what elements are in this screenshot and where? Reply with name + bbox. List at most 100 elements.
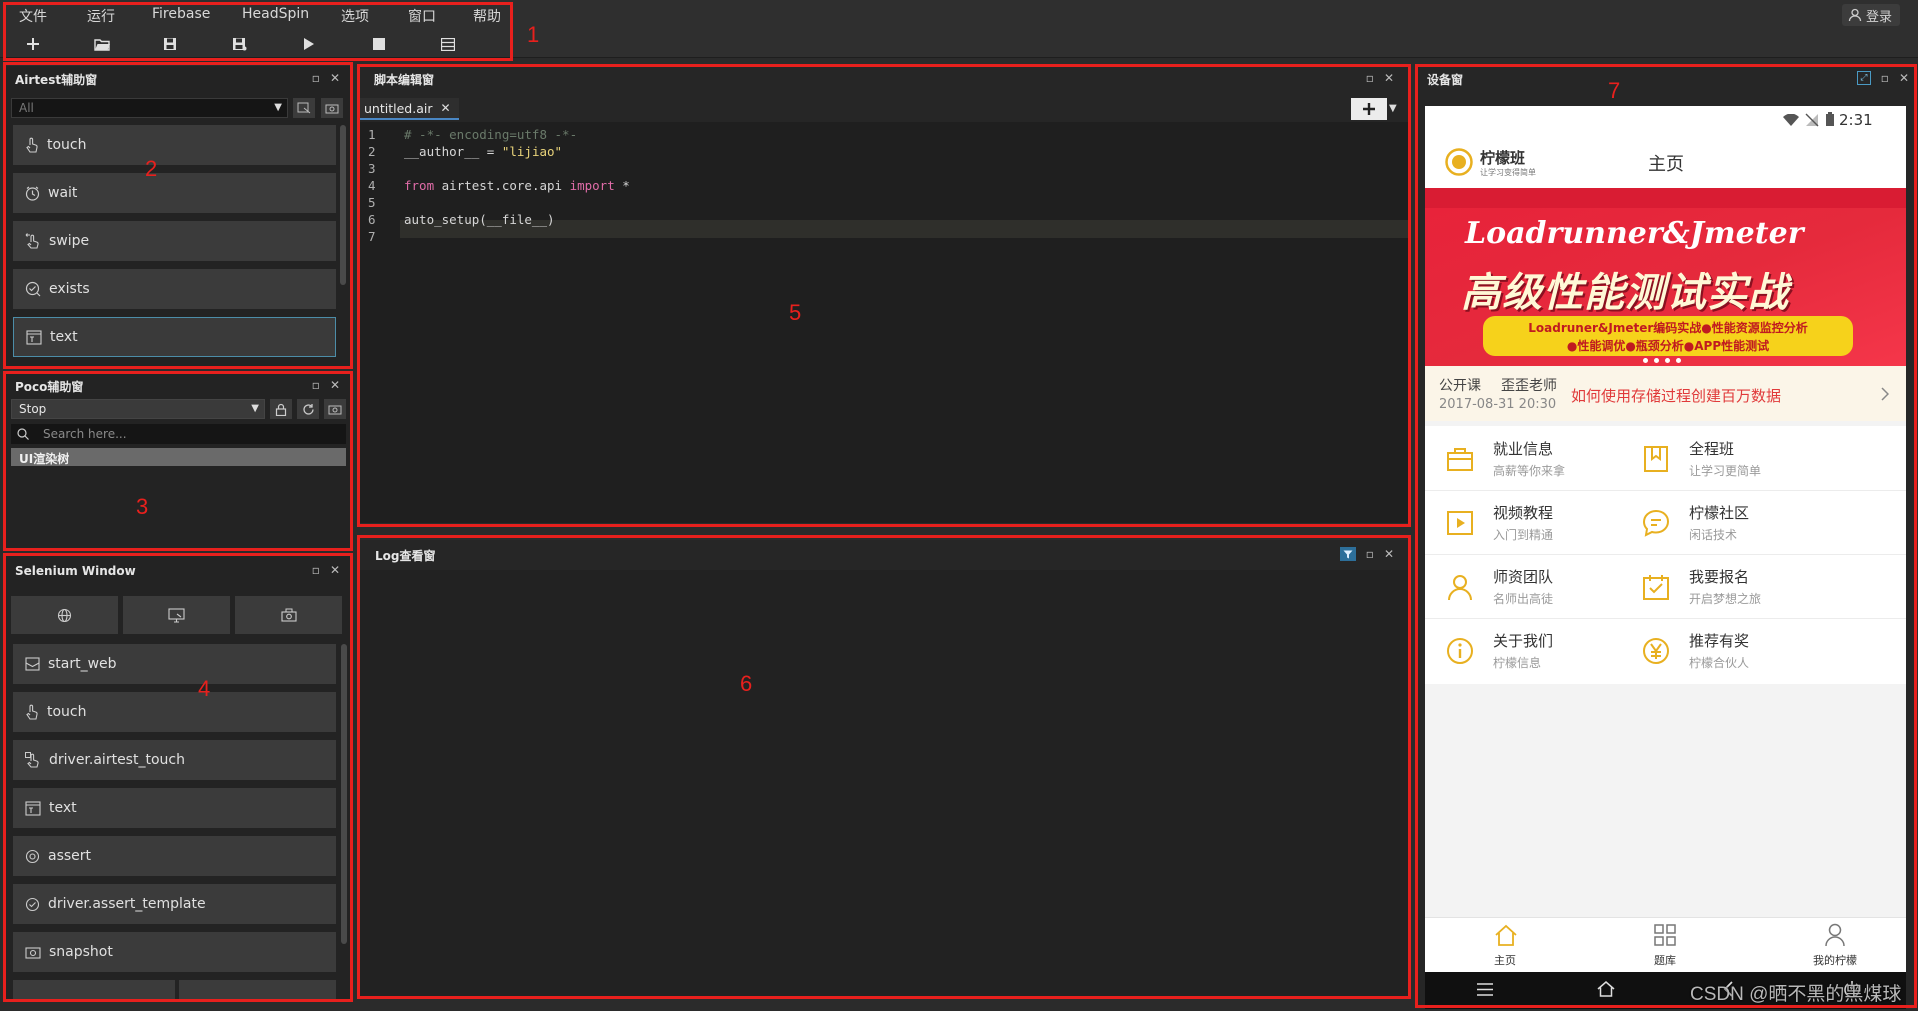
menu-firebase[interactable]: Firebase	[152, 6, 210, 22]
selenium-cmd-snapshot[interactable]: snapshot	[13, 932, 336, 972]
airtest-cmd-label: exists	[49, 281, 90, 297]
signup-icon	[1643, 575, 1669, 600]
line-number: 3	[368, 161, 376, 176]
menu-headspin[interactable]: HeadSpin	[242, 6, 309, 22]
airtest-cmd-exists[interactable]: exists	[13, 269, 336, 309]
nav-questions[interactable]: 题库	[1625, 918, 1705, 973]
selenium-screenshot-button[interactable]	[235, 596, 342, 634]
nav-my-lemon[interactable]: 我的柠檬	[1785, 918, 1885, 973]
float-icon[interactable]: ▫	[1366, 71, 1374, 85]
menu-file[interactable]: 文件	[19, 6, 47, 26]
float-icon[interactable]: ▫	[1366, 547, 1374, 561]
chevron-down-icon: ▼	[274, 102, 282, 113]
poco-tree-item[interactable]: UI渲染树	[11, 448, 346, 466]
phone-screen[interactable]: 2:31 柠檬班 让学习变得简单 主页 Loadrunner&Jmeter 高级…	[1425, 106, 1906, 1009]
selenium-panel-title: Selenium Window	[15, 564, 136, 578]
code-token: auto_setup(__file__)	[404, 212, 555, 227]
logo-name: 柠檬班	[1480, 149, 1526, 167]
close-icon[interactable]: ✕	[330, 378, 340, 392]
run-button[interactable]	[294, 33, 324, 55]
login-button[interactable]: 登录	[1841, 4, 1900, 26]
stop-button[interactable]	[364, 33, 394, 55]
course-teacher: 歪歪老师	[1501, 378, 1557, 394]
open-course-strip[interactable]: 公开课 歪歪老师 2017-08-31 20:30 如何使用存储过程创建百万数据	[1425, 366, 1906, 421]
menu-icon[interactable]	[1477, 983, 1493, 996]
expand-icon[interactable]: ⤢	[1856, 71, 1871, 85]
monitor-icon	[168, 607, 185, 623]
airtest-cmd-label: text	[50, 329, 78, 345]
annotation-label-3: 3	[136, 494, 149, 519]
selenium-cmd-assert-template[interactable]: driver.assert_template	[13, 884, 336, 924]
menu-window[interactable]: 窗口	[408, 6, 436, 26]
open-button[interactable]	[87, 33, 117, 55]
feature-grid-item[interactable]: 全程班 让学习更简单	[1621, 426, 1861, 490]
selenium-cmd-partial[interactable]	[13, 980, 175, 1000]
annotation-label-5: 5	[789, 300, 802, 325]
selenium-cmd-text[interactable]: text	[13, 788, 336, 828]
editor-tab-label: untitled.air	[364, 100, 433, 116]
float-icon[interactable]: ▫	[1881, 71, 1889, 85]
home-icon[interactable]	[1597, 981, 1615, 997]
selenium-web-button[interactable]	[11, 596, 118, 634]
airtest-cmd-swipe[interactable]: swipe	[13, 221, 336, 261]
selenium-cmd-label: assert	[48, 848, 92, 864]
camera-icon	[328, 405, 342, 415]
battery-icon	[1826, 112, 1834, 126]
lock-button[interactable]	[270, 399, 292, 419]
close-icon[interactable]: ✕	[330, 563, 340, 577]
poco-mode-select[interactable]: Stop ▼	[11, 399, 265, 419]
save-button[interactable]	[155, 33, 185, 55]
airtest-filter-select[interactable]: All ▼	[11, 98, 288, 118]
nav-questions-label: 题库	[1654, 954, 1676, 967]
code-area[interactable]: 1 # -*- encoding=utf8 -*- 2 __author__ = "l…	[360, 122, 1408, 523]
selenium-cmd-assert[interactable]: assert	[13, 836, 336, 876]
airtest-cmd-touch[interactable]: touch	[13, 125, 336, 165]
editor-tab[interactable]: untitled.air ✕	[360, 98, 459, 120]
menu-help[interactable]: 帮助	[473, 6, 501, 26]
banner-line2: 高级性能测试实战	[1461, 270, 1789, 316]
new-script-button[interactable]	[18, 33, 48, 55]
close-icon[interactable]: ✕	[440, 101, 450, 115]
close-icon[interactable]: ✕	[1384, 71, 1394, 85]
record-button[interactable]	[293, 98, 315, 118]
screenshot-button[interactable]	[321, 98, 343, 118]
float-icon[interactable]: ▫	[312, 378, 320, 392]
selenium-inspect-button[interactable]	[123, 596, 230, 634]
selenium-cmd-airtest-touch[interactable]: driver.airtest_touch	[13, 740, 336, 780]
play-icon	[304, 38, 314, 50]
nav-home[interactable]: 主页	[1465, 918, 1545, 973]
log-list-button[interactable]	[433, 33, 463, 55]
feature-grid-item[interactable]: 推荐有奖 柠檬合伙人	[1621, 618, 1861, 682]
poco-search-input[interactable]: Search here...	[11, 424, 346, 444]
log-content[interactable]	[360, 570, 1408, 998]
float-icon[interactable]: ▫	[312, 71, 320, 85]
screenshot-button[interactable]	[324, 399, 346, 419]
filter-icon[interactable]	[1339, 547, 1356, 561]
airtest-cmd-text[interactable]: text	[13, 317, 336, 357]
logo-subtitle: 让学习变得简单	[1480, 168, 1536, 177]
user-icon	[1848, 8, 1862, 22]
airtest-cmd-wait[interactable]: wait	[13, 173, 336, 213]
new-tab-button[interactable]	[1351, 98, 1387, 120]
banner-pager[interactable]	[1643, 358, 1681, 363]
close-icon[interactable]: ✕	[1899, 71, 1909, 85]
airtest-scrollbar[interactable]	[340, 125, 346, 285]
selenium-cmd-touch[interactable]: touch	[13, 692, 336, 732]
menu-run[interactable]: 运行	[87, 6, 115, 26]
menu-options[interactable]: 选项	[341, 6, 369, 26]
chevron-down-icon[interactable]: ▼	[1389, 103, 1397, 114]
list-icon	[441, 37, 455, 51]
line-number: 1	[368, 127, 376, 142]
save-as-button[interactable]	[224, 33, 254, 55]
promo-banner[interactable]: Loadrunner&Jmeter 高级性能测试实战 Loadruner&Jme…	[1425, 188, 1906, 366]
feature-grid-item[interactable]: 柠檬社区 闲话技术	[1621, 490, 1861, 554]
selenium-scrollbar[interactable]	[341, 644, 347, 944]
refresh-button[interactable]	[297, 399, 319, 419]
feature-grid-item[interactable]: 我要报名 开启梦想之旅	[1621, 554, 1861, 618]
close-icon[interactable]: ✕	[1384, 547, 1394, 561]
feature-subtitle: 入门到精通	[1493, 528, 1554, 542]
close-icon[interactable]: ✕	[330, 71, 340, 85]
float-icon[interactable]: ▫	[312, 563, 320, 577]
selenium-cmd-start-web[interactable]: start_web	[13, 644, 336, 684]
selenium-cmd-partial[interactable]	[179, 980, 336, 1000]
